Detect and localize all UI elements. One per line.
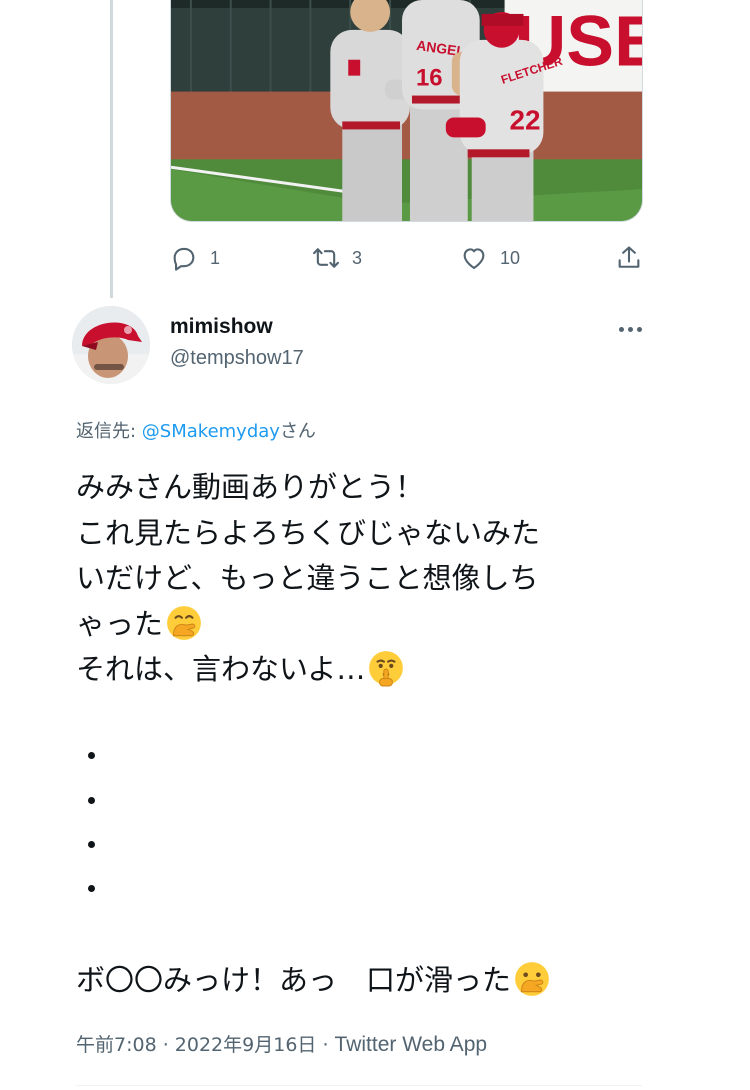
tweet-metadata: 午前7:08 · 2022年9月16日 · Twitter Web App: [76, 1030, 487, 1057]
tweet-text: みみさん動画ありがとう！ これ見たらよろちくびじゃないみた いだけど、もっと違う…: [76, 465, 656, 693]
tweet-text-line: ゃった: [76, 602, 656, 648]
tweet-text-line: それは、言わないよ…: [76, 647, 656, 693]
avatar-image: [72, 306, 150, 384]
heart-icon: [463, 248, 485, 269]
reply-suffix: さん: [279, 421, 316, 442]
like-button[interactable]: 10: [460, 240, 520, 276]
like-count: 10: [500, 247, 521, 268]
tweet-text-line: これ見たらよろちくびじゃないみた: [76, 515, 541, 550]
tweet-text-line: いだけど、もっと違うこと想像しち: [76, 561, 539, 595]
baseball-photo: USE ST SOLUTIONS ANGELS 16: [171, 0, 642, 221]
tweet-media-image[interactable]: USE ST SOLUTIONS ANGELS 16: [170, 0, 643, 222]
tweet-text-last-line: ボ〇〇みっけ！あっ 口が滑った: [76, 958, 551, 1003]
more-options-icon: [618, 326, 642, 332]
more-options-button[interactable]: [610, 314, 650, 344]
bullet-dot: [88, 797, 95, 804]
bullet-dot: [88, 841, 95, 848]
bullet-dot: [88, 885, 95, 892]
avatar[interactable]: [72, 306, 150, 384]
reply-icon: [173, 247, 195, 271]
divider: [76, 1085, 642, 1086]
user-handle[interactable]: @tempshow17: [170, 347, 304, 370]
tweet-timestamp[interactable]: 午前7:08 · 2022年9月16日 ·: [76, 1034, 335, 1056]
tweet-action-bar: 1 3 10: [170, 240, 645, 276]
reply-prefix: 返信先:: [76, 421, 142, 442]
thread-connector-line: [110, 0, 113, 298]
display-name[interactable]: mimishow: [170, 315, 273, 339]
svg-text:22: 22: [510, 104, 541, 135]
face-with-hand-over-mouth-icon: [515, 962, 549, 996]
bullet-dot: [88, 752, 95, 759]
reply-count: 1: [210, 247, 221, 268]
tweet-text-line: みみさん動画ありがとう！: [76, 470, 425, 504]
share-button[interactable]: [615, 240, 643, 276]
replying-to: 返信先: @SMakemydayさん: [76, 417, 316, 443]
retweet-button[interactable]: 3: [312, 240, 362, 276]
reply-button[interactable]: 1: [170, 240, 220, 276]
retweet-count: 3: [352, 247, 363, 268]
retweet-icon: [313, 248, 339, 268]
svg-text:16: 16: [416, 65, 443, 92]
face-with-hand-over-mouth-icon: [167, 605, 201, 640]
tweet-source: Twitter Web App: [334, 1033, 488, 1056]
share-icon: [618, 246, 640, 268]
reply-mention-link[interactable]: @SMakemyday: [142, 421, 280, 442]
shushing-face-icon: [369, 651, 404, 687]
